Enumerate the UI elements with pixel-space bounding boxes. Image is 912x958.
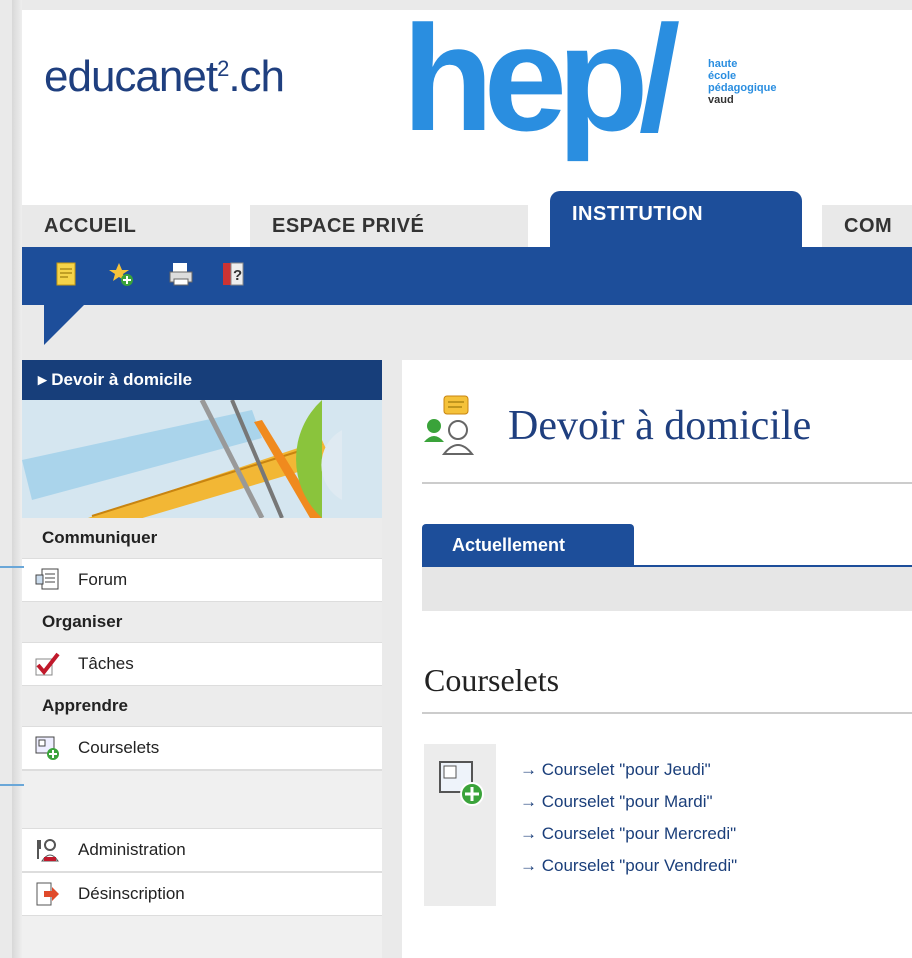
brand-name: educanet	[44, 52, 218, 101]
courselet-link-vendredi[interactable]: → Courselet "pour Vendredi"	[520, 850, 737, 882]
hep-tagline: haute école pédagogique vaud	[708, 58, 776, 106]
hep-tagline-line: école	[708, 70, 737, 82]
connector-line	[0, 784, 24, 786]
section-organiser: Organiser	[22, 602, 382, 642]
tab-label: ESPACE PRIVÉ	[272, 215, 425, 237]
courselet-add-icon	[439, 761, 484, 806]
hep-logo-text: hep/	[402, 18, 680, 162]
sidebar-item-label: Administration	[78, 840, 186, 859]
administration-icon	[37, 839, 59, 862]
favorite-add-icon[interactable]	[108, 261, 134, 287]
hep-logo[interactable]: hep/	[402, 18, 732, 178]
tab-label: INSTITUTION	[572, 203, 704, 225]
courselet-icon-box	[424, 744, 496, 906]
content-gutter	[382, 360, 402, 958]
sidebar: ▸ Devoir à domicile Communiquer Forum Or…	[22, 360, 382, 958]
sidebar-item-label: Tâches	[78, 654, 134, 673]
section-divider	[422, 712, 912, 714]
notes-icon[interactable]	[54, 261, 80, 287]
tab-label: ACCUEIL	[44, 215, 137, 237]
tab-actuellement[interactable]: Actuellement	[422, 524, 634, 566]
hep-tagline-line: haute	[708, 58, 738, 70]
tasks-check-icon	[35, 652, 60, 676]
sidebar-item-label: Forum	[78, 570, 128, 589]
brand-suffix: .ch	[228, 52, 285, 101]
toolbar: ?	[22, 247, 912, 305]
courselet-link-mercredi[interactable]: → Courselet "pour Mercredi"	[520, 818, 737, 850]
sidebar-item-desinscription[interactable]: Désinscription	[22, 872, 382, 916]
connector-line	[0, 566, 24, 568]
main-tabs: ACCUEIL ESPACE PRIVÉ INSTITUTION COM	[22, 191, 912, 247]
course-banner-image	[22, 400, 382, 518]
page: educanet2.ch hep/ haute école pédagogiqu…	[22, 10, 912, 958]
hep-tagline-line: vaud	[708, 94, 734, 106]
courselet-list: → Courselet "pour Jeudi" → Courselet "po…	[520, 754, 737, 882]
title-divider	[422, 482, 912, 484]
toolbar-pointer	[44, 305, 84, 345]
courselet-link-jeudi[interactable]: → Courselet "pour Jeudi"	[520, 754, 737, 786]
page-shadow	[12, 0, 22, 958]
page-title: Devoir à domicile	[508, 403, 812, 449]
educanet-logo[interactable]: educanet2.ch	[44, 52, 285, 102]
tab-accueil[interactable]: ACCUEIL	[22, 205, 230, 247]
unsubscribe-icon	[36, 882, 59, 906]
svg-text:?: ?	[233, 267, 242, 284]
section-communiquer: Communiquer	[22, 518, 382, 558]
subtab-bar	[422, 567, 912, 611]
section-apprendre: Apprendre	[22, 686, 382, 726]
sidebar-title[interactable]: ▸ Devoir à domicile	[22, 360, 382, 400]
sidebar-item-courselets[interactable]: Courselets	[22, 726, 382, 770]
sidebar-spacer	[22, 770, 382, 814]
sidebar-item-label: Désinscription	[78, 884, 185, 903]
sidebar-item-administration[interactable]: Administration	[22, 828, 382, 872]
help-icon[interactable]: ?	[220, 261, 246, 287]
tab-label: COM	[844, 215, 893, 237]
hep-tagline-line: pédagogique	[708, 82, 777, 94]
forum-icon	[35, 568, 59, 590]
courselet-link-mardi[interactable]: → Courselet "pour Mardi"	[520, 786, 737, 818]
tab-espace-prive[interactable]: ESPACE PRIVÉ	[250, 205, 528, 247]
print-icon[interactable]	[168, 261, 194, 287]
section-title-courselets: Courselets	[424, 662, 560, 698]
tab-communaute[interactable]: COM	[822, 205, 912, 247]
courselet-add-icon	[35, 736, 59, 760]
toolbar-spacer	[22, 305, 912, 360]
main-content: Devoir à domicile Actuellement Courselet…	[402, 360, 912, 958]
sidebar-title-label: Devoir à domicile	[51, 370, 193, 389]
brand-superscript: 2	[217, 56, 229, 81]
sidebar-item-forum[interactable]: Forum	[22, 558, 382, 602]
tab-institution[interactable]: INSTITUTION	[550, 191, 802, 247]
sidebar-item-label: Courselets	[78, 738, 160, 757]
sidebar-item-taches[interactable]: Tâches	[22, 642, 382, 686]
homework-icon	[424, 395, 475, 455]
